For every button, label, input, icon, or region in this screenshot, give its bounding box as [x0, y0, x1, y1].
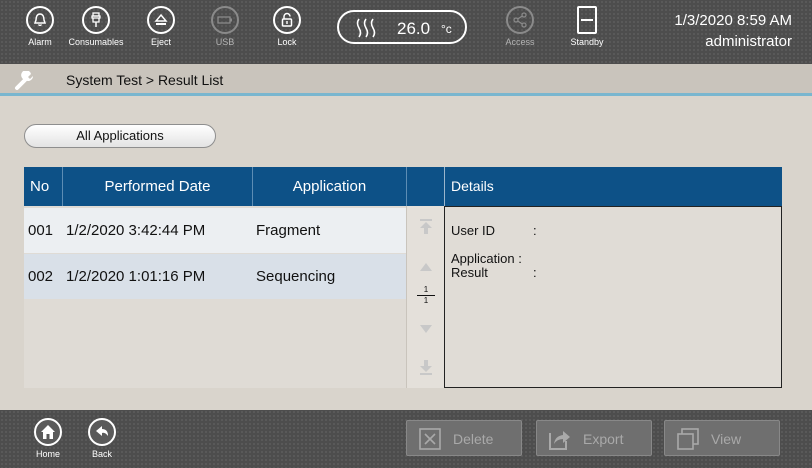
back-icon — [88, 418, 116, 446]
screen: Alarm Consumables Eject USB Lock 26.0 °c… — [0, 0, 812, 468]
current-user: administrator — [705, 33, 792, 50]
result-list: 001 1/2/2020 3:42:44 PM Fragment 002 1/2… — [24, 206, 406, 388]
column-header-no: No — [24, 167, 62, 206]
cell-date: 1/2/2020 1:01:16 PM — [66, 268, 206, 285]
first-page-icon[interactable] — [418, 218, 434, 236]
export-icon — [549, 431, 570, 450]
back-button[interactable]: Back — [82, 418, 122, 459]
heat-icon — [356, 18, 376, 38]
lock-button[interactable]: Lock — [262, 6, 312, 60]
top-bar: Alarm Consumables Eject USB Lock 26.0 °c… — [0, 0, 812, 64]
standby-icon — [577, 6, 597, 34]
page-indicator: 1 1 — [417, 286, 435, 305]
access-button[interactable]: Access — [495, 6, 545, 60]
delete-label: Delete — [453, 431, 494, 447]
details-header: Details — [444, 167, 782, 206]
alarm-button[interactable]: Alarm — [15, 6, 65, 60]
bottom-bar: Home Back Delete Export View — [0, 410, 812, 468]
eject-icon — [147, 6, 175, 34]
share-icon — [506, 6, 534, 34]
alarm-label: Alarm — [28, 37, 52, 47]
consumables-label: Consumables — [68, 37, 124, 47]
result-field: Result : — [451, 265, 537, 280]
table-row[interactable]: 001 1/2/2020 3:42:44 PM Fragment — [24, 208, 406, 253]
page-up-icon[interactable] — [419, 262, 433, 272]
wrench-icon — [15, 71, 33, 90]
consumables-button[interactable]: Consumables — [68, 6, 124, 60]
table-row[interactable]: 002 1/2/2020 1:01:16 PM Sequencing — [24, 254, 406, 299]
result-colon: : — [533, 265, 537, 280]
delete-icon — [419, 428, 441, 450]
export-button[interactable]: Export — [536, 420, 652, 456]
delete-button[interactable]: Delete — [406, 420, 522, 456]
total-pages: 1 — [423, 296, 429, 305]
breadcrumb-divider — [0, 93, 812, 96]
result-label: Result — [451, 265, 488, 280]
current-page: 1 — [423, 285, 429, 294]
cell-date: 1/2/2020 3:42:44 PM — [66, 222, 206, 239]
lock-label: Lock — [277, 37, 297, 47]
temperature-unit: °c — [441, 22, 452, 36]
breadcrumb: System Test > Result List — [66, 72, 224, 88]
temperature-value: 26.0 — [397, 19, 431, 38]
details-panel: User ID : Application : Result : — [444, 206, 782, 388]
cell-no: 001 — [28, 222, 54, 239]
usb-button[interactable]: USB — [200, 6, 250, 60]
status-info: 1/3/2020 8:59 AM administrator — [674, 10, 792, 52]
application-filter-button[interactable]: All Applications — [24, 124, 216, 148]
eject-button[interactable]: Eject — [136, 6, 186, 60]
bell-icon — [26, 6, 54, 34]
view-label: View — [711, 431, 742, 447]
application-label: Application : — [451, 251, 522, 266]
datetime: 1/3/2020 8:59 AM — [674, 12, 792, 29]
consumables-icon — [82, 6, 110, 34]
temperature-display[interactable]: 26.0 °c — [337, 10, 467, 44]
standby-label: Standby — [570, 37, 604, 47]
page-down-icon[interactable] — [419, 324, 433, 334]
standby-button[interactable]: Standby — [562, 6, 612, 60]
view-button[interactable]: View — [664, 420, 780, 456]
cell-application: Fragment — [256, 222, 321, 239]
view-icon — [677, 428, 699, 450]
home-label: Home — [35, 449, 60, 459]
home-button[interactable]: Home — [28, 418, 68, 459]
usb-label: USB — [215, 37, 235, 47]
usb-icon — [211, 6, 239, 34]
user-id-field: User ID : — [451, 223, 537, 238]
lock-icon — [273, 6, 301, 34]
column-header-application: Application — [252, 167, 406, 206]
cell-no: 002 — [28, 268, 54, 285]
user-id-label: User ID — [451, 223, 496, 238]
access-label: Access — [505, 37, 535, 47]
cell-application: Sequencing — [256, 268, 336, 285]
pager-scrollbar: 1 1 — [406, 206, 444, 388]
eject-label: Eject — [150, 37, 171, 47]
user-id-colon: : — [533, 223, 537, 238]
last-page-icon[interactable] — [418, 358, 434, 376]
breadcrumb-bar: System Test > Result List — [0, 64, 812, 96]
column-header-date: Performed Date — [62, 167, 252, 206]
home-icon — [34, 418, 62, 446]
column-header-scroll — [406, 167, 444, 206]
back-label: Back — [91, 449, 112, 459]
export-label: Export — [583, 431, 624, 447]
